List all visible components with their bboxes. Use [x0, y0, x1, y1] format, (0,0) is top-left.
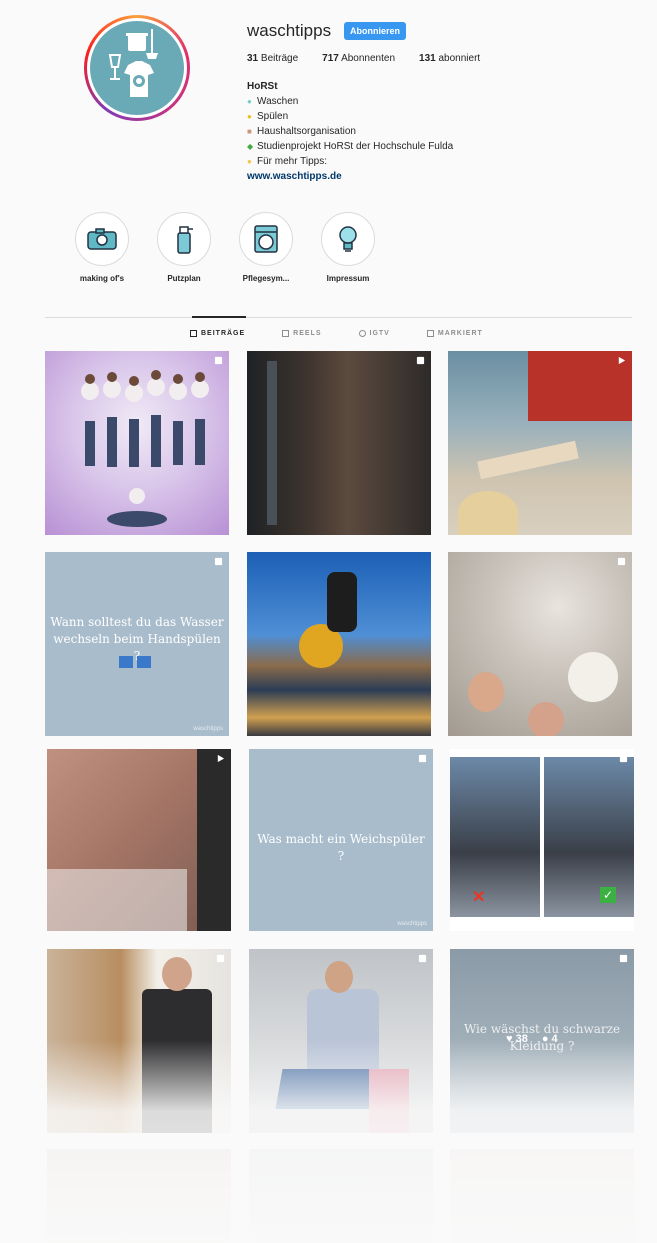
video-icon	[217, 754, 225, 763]
lightbulb-icon: ●	[247, 157, 252, 166]
washing-machine-icon	[254, 225, 278, 253]
highlight-pflegesymbole[interactable]: Pflegesym...	[236, 212, 296, 283]
grid-icon	[190, 330, 197, 337]
post-2[interactable]	[247, 351, 431, 535]
post-9[interactable]: ✕ ✓	[450, 749, 634, 931]
post-8-text: Was macht ein Weichspüler ?	[257, 832, 425, 863]
highlight-putzplan[interactable]: Putzplan	[154, 212, 214, 283]
lightbulb-icon	[339, 226, 357, 252]
bio-line-tipps: ● Für mehr Tipps:	[247, 156, 328, 167]
followers-stat[interactable]: 717 Abonnenten	[322, 53, 395, 64]
leaf-icon: ◆	[247, 142, 254, 151]
sponge-icon: ●	[247, 112, 252, 121]
post-8-watermark: waschtipps	[397, 921, 427, 927]
tabs-divider	[45, 317, 632, 318]
carousel-icon	[617, 557, 626, 566]
bio-line-haushalt: ■ Haushaltsorganisation	[247, 126, 356, 137]
carousel-icon	[214, 557, 223, 566]
tab-beitraege[interactable]: BEITRÄGE	[190, 330, 245, 337]
story-highlights: making of's Putzplan Pflegesym... Impres…	[72, 212, 400, 283]
bottom-fade	[0, 1040, 657, 1243]
profile-stats: 31 Beiträge 717 Abonnenten 131 abonniert	[247, 53, 504, 64]
profile-avatar[interactable]	[84, 15, 190, 121]
bio-line-studienprojekt: ◆ Studienprojekt HoRSt der Hochschule Ful…	[247, 141, 454, 152]
spray-bottle-icon	[177, 226, 193, 254]
post-5[interactable]	[247, 552, 431, 736]
post-1[interactable]	[45, 351, 229, 535]
avatar-image	[90, 21, 184, 115]
house-icon: ■	[247, 127, 252, 136]
camera-icon	[87, 228, 117, 250]
carousel-icon	[214, 356, 223, 365]
profile-tabs: BEITRÄGE REELS IGTV MARKIERT	[190, 330, 520, 337]
follow-button[interactable]: Abonnieren	[344, 22, 407, 40]
post-3[interactable]	[448, 351, 632, 535]
soap-icon: ●	[247, 97, 252, 106]
carousel-icon	[216, 954, 225, 963]
tagged-icon	[426, 330, 434, 337]
tab-reels[interactable]: REELS	[282, 330, 321, 337]
post-4-watermark: waschtipps	[193, 726, 223, 732]
highlight-making-of[interactable]: making of's	[72, 212, 132, 283]
carousel-icon	[416, 356, 425, 365]
following-stat[interactable]: 131 abonniert	[419, 53, 480, 64]
carousel-icon	[619, 754, 628, 763]
video-icon	[618, 356, 626, 365]
active-tab-indicator	[192, 316, 246, 318]
posts-stat: 31 Beiträge	[247, 53, 299, 64]
post-6[interactable]	[448, 552, 632, 736]
carousel-icon	[418, 954, 427, 963]
post-7[interactable]	[47, 749, 231, 931]
carousel-icon	[619, 954, 628, 963]
bio-line-waschen: ● Waschen	[247, 96, 299, 107]
post-4[interactable]: Wann solltest du das Wasser wechseln bei…	[45, 552, 229, 736]
igtv-icon	[358, 330, 366, 337]
reels-icon	[282, 330, 290, 337]
bio-line-spuelen: ● Spülen	[247, 111, 289, 122]
profile-header: waschtipps Abonnieren 31 Beiträge 717 Ab…	[0, 0, 657, 200]
tab-igtv[interactable]: IGTV	[358, 330, 390, 337]
bio-name: HoRSt	[247, 81, 278, 92]
tab-markiert[interactable]: MARKIERT	[426, 330, 483, 337]
profile-bio: HoRSt ● Waschen ● Spülen ■ Haushaltsorganis…	[247, 79, 453, 184]
profile-username: waschtipps	[247, 21, 332, 40]
post-8[interactable]: Was macht ein Weichspüler ? waschtipps	[249, 749, 433, 931]
highlight-impressum[interactable]: Impressum	[318, 212, 378, 283]
carousel-icon	[418, 754, 427, 763]
website-link[interactable]: www.waschtipps.de	[247, 169, 453, 184]
